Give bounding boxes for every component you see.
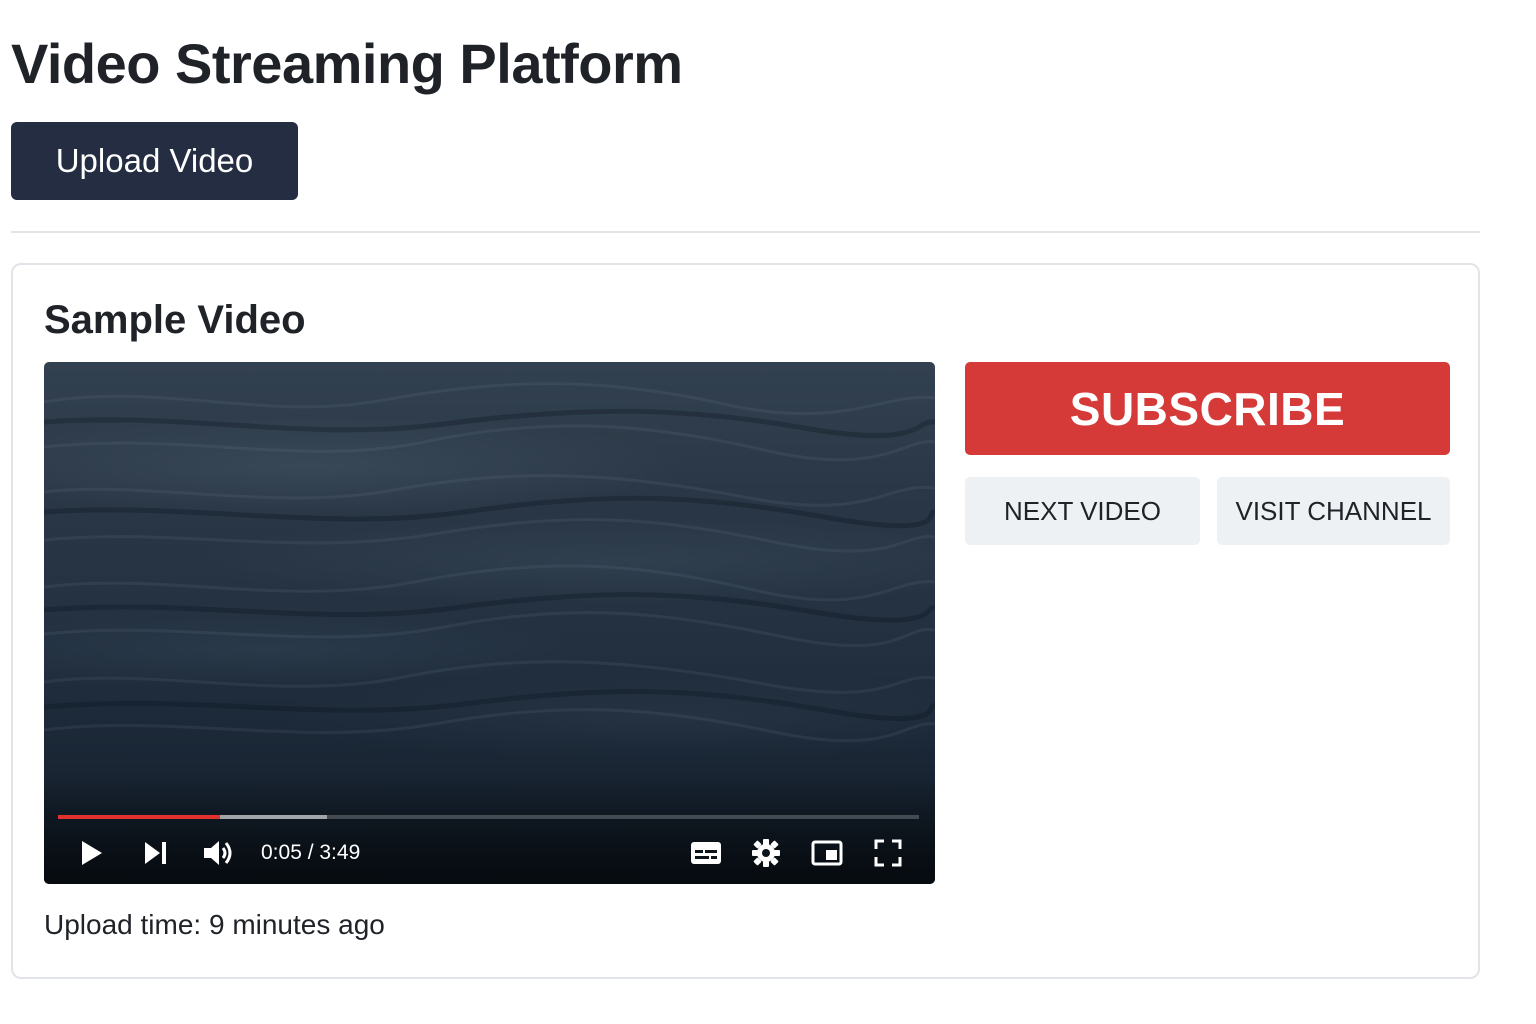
next-button[interactable] — [138, 835, 174, 871]
progress-bar[interactable] — [58, 815, 919, 819]
volume-icon — [204, 841, 232, 865]
page: Video Streaming Platform Upload Video Sa… — [0, 0, 1536, 1024]
play-button[interactable] — [74, 835, 110, 871]
subscribe-button[interactable]: SUBSCRIBE — [965, 362, 1450, 455]
skip-next-icon — [145, 842, 166, 864]
settings-icon — [752, 839, 780, 867]
video-card: Sample Video 0:05 / 3:49 Upload time: 9 … — [11, 263, 1480, 979]
play-icon — [82, 841, 102, 865]
progress-played — [58, 815, 220, 819]
video-frame — [44, 382, 935, 743]
miniplayer-icon — [811, 840, 843, 866]
page-title: Video Streaming Platform — [11, 32, 683, 95]
visit-channel-button[interactable]: VISIT CHANNEL — [1217, 477, 1450, 545]
volume-button[interactable] — [199, 835, 239, 871]
video-title: Sample Video — [44, 298, 306, 342]
fullscreen-button[interactable] — [871, 835, 905, 871]
settings-button[interactable] — [749, 835, 783, 871]
subtitles-button[interactable] — [689, 835, 723, 871]
time-readout: 0:05 / 3:49 — [261, 841, 361, 864]
upload-video-button[interactable]: Upload Video — [11, 122, 298, 200]
divider — [11, 231, 1480, 233]
video-player[interactable]: 0:05 / 3:49 — [44, 362, 935, 884]
upload-time: Upload time: 9 minutes ago — [44, 909, 385, 940]
miniplayer-button[interactable] — [810, 835, 844, 871]
subtitles-icon — [691, 842, 721, 864]
fullscreen-icon — [874, 839, 902, 867]
next-video-button[interactable]: NEXT VIDEO — [965, 477, 1200, 545]
controls-overlay — [44, 774, 935, 884]
